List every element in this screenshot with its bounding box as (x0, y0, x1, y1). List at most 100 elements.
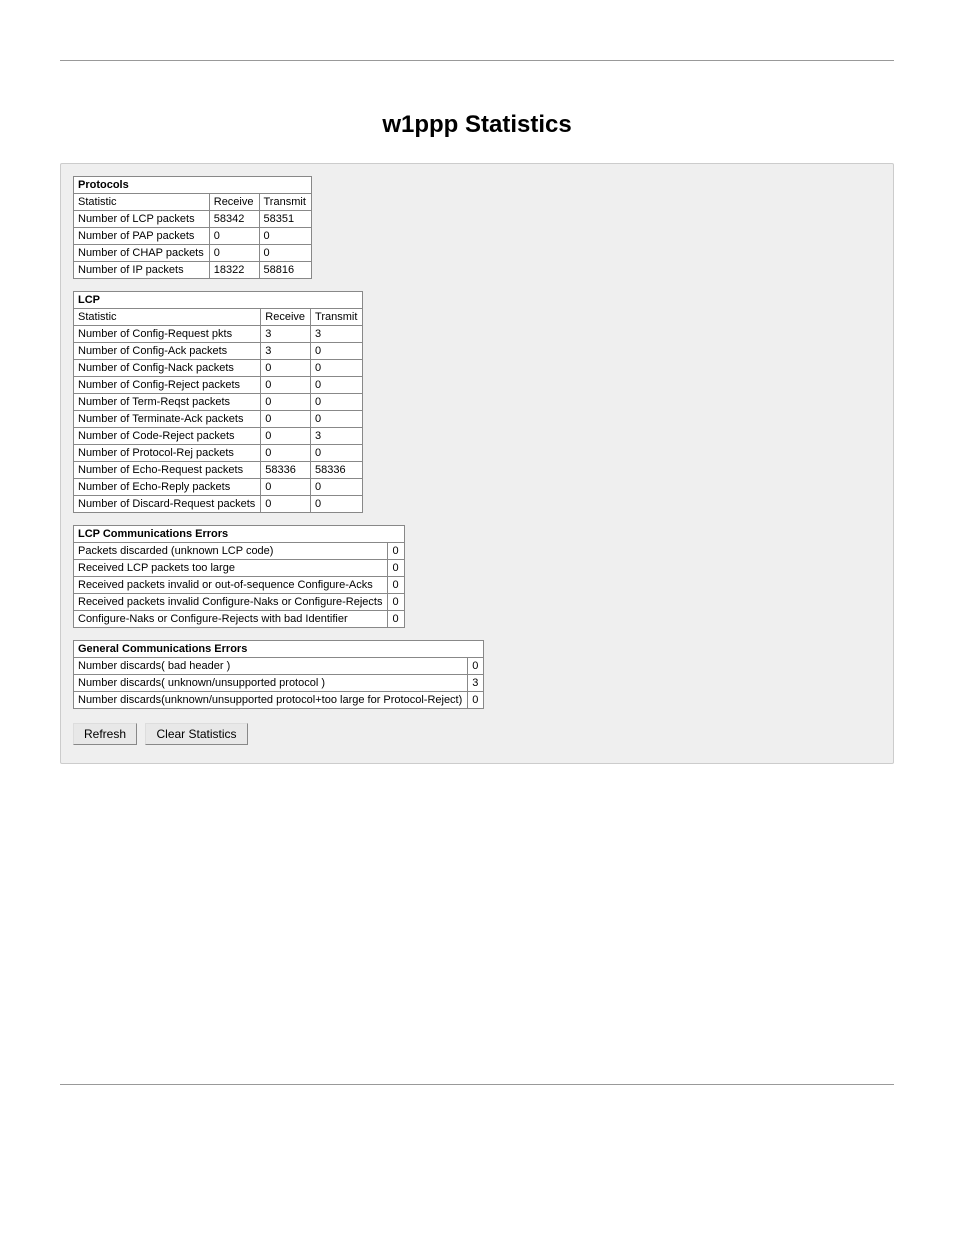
stat-label: Number of Protocol-Rej packets (74, 445, 261, 462)
stat-val: 0 (388, 543, 404, 560)
stat-tx: 58816 (259, 262, 311, 279)
table-row: Number of Config-Ack packets30 (74, 343, 363, 360)
stat-tx: 0 (259, 245, 311, 262)
table-row: Packets discarded (unknown LCP code)0 (74, 543, 405, 560)
clear-statistics-button[interactable]: Clear Statistics (145, 723, 247, 745)
refresh-button[interactable]: Refresh (73, 723, 137, 745)
table-row: Number of Echo-Reply packets00 (74, 479, 363, 496)
stat-val: 0 (468, 692, 484, 709)
table-row: Number of Config-Nack packets00 (74, 360, 363, 377)
col-transmit: Transmit (311, 309, 363, 326)
stat-label: Number of Config-Request pkts (74, 326, 261, 343)
stat-label: Configure-Naks or Configure-Rejects with… (74, 611, 388, 628)
stat-label: Number of PAP packets (74, 228, 210, 245)
stat-label: Number of IP packets (74, 262, 210, 279)
stat-label: Number of LCP packets (74, 211, 210, 228)
stat-tx: 3 (311, 428, 363, 445)
stat-rx: 0 (261, 377, 311, 394)
stat-label: Number of Config-Reject packets (74, 377, 261, 394)
stat-label: Number of CHAP packets (74, 245, 210, 262)
stat-rx: 3 (261, 326, 311, 343)
stat-rx: 0 (261, 394, 311, 411)
stat-tx: 0 (311, 445, 363, 462)
table-row: Received LCP packets too large0 (74, 560, 405, 577)
stat-tx: 0 (311, 411, 363, 428)
stat-rx: 18322 (209, 262, 259, 279)
page-title: w1ppp Statistics (60, 111, 894, 139)
col-receive: Receive (209, 194, 259, 211)
stat-label: Number of Term-Reqst packets (74, 394, 261, 411)
stat-tx: 0 (311, 479, 363, 496)
lcp-errors-table: LCP Communications Errors Packets discar… (73, 525, 405, 628)
lcp-heading: LCP (74, 292, 363, 309)
protocols-table: Protocols Statistic Receive Transmit Num… (73, 176, 312, 279)
bottom-rule (60, 1084, 894, 1085)
stat-val: 0 (388, 594, 404, 611)
table-row: Number of Discard-Request packets00 (74, 496, 363, 513)
protocols-heading: Protocols (74, 177, 312, 194)
table-row: Number of Terminate-Ack packets00 (74, 411, 363, 428)
stat-val: 0 (468, 658, 484, 675)
stat-rx: 0 (261, 445, 311, 462)
top-rule (60, 60, 894, 61)
col-receive: Receive (261, 309, 311, 326)
table-row: Number of IP packets1832258816 (74, 262, 312, 279)
stat-label: Number of Echo-Request packets (74, 462, 261, 479)
stat-tx: 0 (311, 343, 363, 360)
stat-rx: 0 (261, 496, 311, 513)
table-row: Number discards(unknown/unsupported prot… (74, 692, 484, 709)
stat-rx: 0 (261, 360, 311, 377)
stat-label: Number of Discard-Request packets (74, 496, 261, 513)
stat-rx: 58342 (209, 211, 259, 228)
stat-label: Number of Terminate-Ack packets (74, 411, 261, 428)
stat-val: 3 (468, 675, 484, 692)
table-row: Number of Config-Request pkts33 (74, 326, 363, 343)
table-row: Number of Echo-Request packets5833658336 (74, 462, 363, 479)
stat-rx: 0 (209, 228, 259, 245)
stat-tx: 0 (311, 360, 363, 377)
stat-tx: 0 (311, 377, 363, 394)
general-errors-table: General Communications Errors Number dis… (73, 640, 484, 709)
stats-panel: Protocols Statistic Receive Transmit Num… (60, 163, 894, 764)
stat-label: Number discards( unknown/unsupported pro… (74, 675, 468, 692)
stat-rx: 0 (209, 245, 259, 262)
lcp-table: LCP Statistic Receive Transmit Number of… (73, 291, 363, 513)
stat-rx: 3 (261, 343, 311, 360)
stat-rx: 0 (261, 428, 311, 445)
stat-label: Received packets invalid or out-of-seque… (74, 577, 388, 594)
table-row: Number of Term-Reqst packets00 (74, 394, 363, 411)
table-row: Number discards( bad header )0 (74, 658, 484, 675)
stat-tx: 3 (311, 326, 363, 343)
stat-tx: 0 (311, 496, 363, 513)
stat-label: Number discards( bad header ) (74, 658, 468, 675)
stat-rx: 0 (261, 411, 311, 428)
stat-tx: 58351 (259, 211, 311, 228)
table-row: Number of PAP packets00 (74, 228, 312, 245)
lcp-errors-heading: LCP Communications Errors (74, 526, 405, 543)
stat-label: Number of Echo-Reply packets (74, 479, 261, 496)
table-row: Number of Protocol-Rej packets00 (74, 445, 363, 462)
table-row: Received packets invalid or out-of-seque… (74, 577, 405, 594)
stat-tx: 0 (311, 394, 363, 411)
general-errors-heading: General Communications Errors (74, 641, 484, 658)
col-statistic: Statistic (74, 194, 210, 211)
stat-label: Number discards(unknown/unsupported prot… (74, 692, 468, 709)
stat-val: 0 (388, 560, 404, 577)
table-row: Number discards( unknown/unsupported pro… (74, 675, 484, 692)
stat-label: Received LCP packets too large (74, 560, 388, 577)
stat-label: Received packets invalid Configure-Naks … (74, 594, 388, 611)
stat-label: Number of Code-Reject packets (74, 428, 261, 445)
table-row: Number of CHAP packets00 (74, 245, 312, 262)
table-row: Received packets invalid Configure-Naks … (74, 594, 405, 611)
stat-val: 0 (388, 577, 404, 594)
stat-rx: 0 (261, 479, 311, 496)
stat-label: Number of Config-Nack packets (74, 360, 261, 377)
button-row: Refresh Clear Statistics (73, 723, 881, 745)
stat-label: Number of Config-Ack packets (74, 343, 261, 360)
stat-label: Packets discarded (unknown LCP code) (74, 543, 388, 560)
stat-tx: 0 (259, 228, 311, 245)
table-row: Number of LCP packets5834258351 (74, 211, 312, 228)
stat-tx: 58336 (311, 462, 363, 479)
col-transmit: Transmit (259, 194, 311, 211)
table-row: Number of Config-Reject packets00 (74, 377, 363, 394)
